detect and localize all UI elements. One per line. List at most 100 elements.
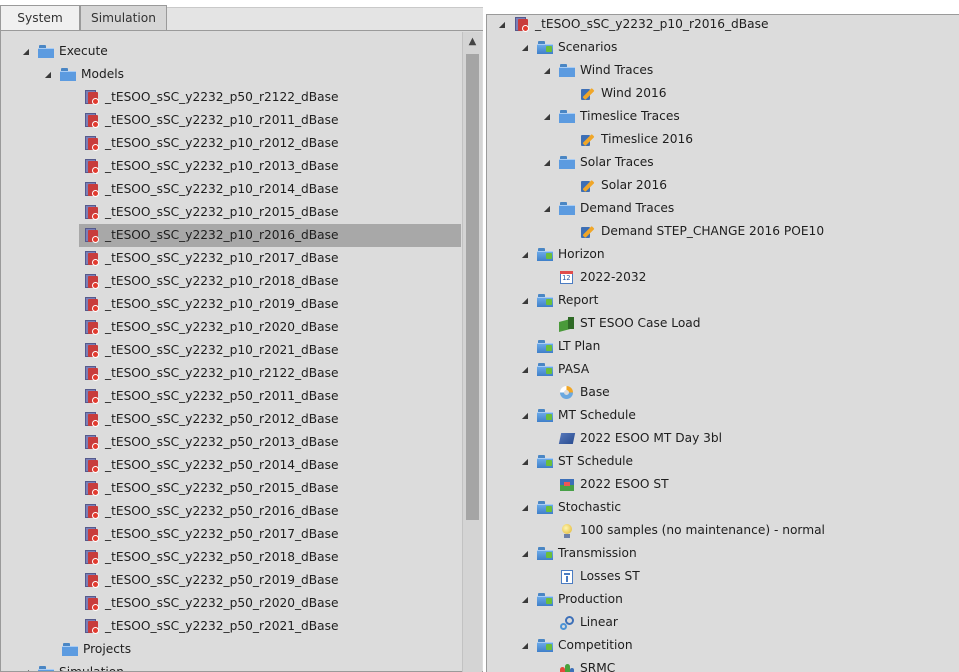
model-list-item[interactable]: _tESOO_sSC_y2232_p50_r2014_dBase [1, 454, 463, 477]
database-icon [84, 389, 100, 404]
expand-arrow-icon[interactable]: ◢ [542, 151, 552, 174]
tree-item-label: 100 samples (no maintenance) - normal [580, 523, 825, 537]
tree-node-stochastic[interactable]: ◢ Stochastic [487, 496, 959, 519]
expand-arrow-icon[interactable]: ◢ [497, 15, 507, 36]
model-list-item[interactable]: _tESOO_sSC_y2232_p10_r2013_dBase [1, 155, 463, 178]
model-root-node[interactable]: ◢ _tESOO_sSC_y2232_p10_r2016_dBase [487, 15, 959, 36]
model-list-item[interactable]: _tESOO_sSC_y2232_p10_r2014_dBase [1, 178, 463, 201]
expand-arrow-icon[interactable]: ◢ [520, 36, 530, 59]
tree-node-srmc[interactable]: SRMC [487, 657, 959, 672]
tree-item-label: Base [580, 385, 610, 399]
model-list-item[interactable]: _tESOO_sSC_y2232_p10_r2012_dBase [1, 132, 463, 155]
tree-node-2022-2032[interactable]: 12 2022-2032 [487, 266, 959, 289]
tree-item-label: _tESOO_sSC_y2232_p50_r2019_dBase [105, 573, 339, 587]
production-icon [559, 615, 575, 630]
model-list-item[interactable]: _tESOO_sSC_y2232_p10_r2015_dBase [1, 201, 463, 224]
model-list-item[interactable]: _tESOO_sSC_y2232_p50_r2019_dBase [1, 569, 463, 592]
expand-arrow-icon[interactable]: ◢ [520, 404, 530, 427]
tree-item-label: Wind 2016 [601, 86, 667, 100]
model-list-item[interactable]: _tESOO_sSC_y2232_p10_r2019_dBase [1, 293, 463, 316]
tree-node-pasa[interactable]: ◢ PASA [487, 358, 959, 381]
expand-arrow-icon[interactable]: ◢ [520, 588, 530, 611]
tree-node-competition[interactable]: ◢ Competition [487, 634, 959, 657]
tree-node-base[interactable]: Base [487, 381, 959, 404]
tree-node-report[interactable]: ◢ Report [487, 289, 959, 312]
tree-node-wind-2016[interactable]: Wind 2016 [487, 82, 959, 105]
expand-arrow-icon[interactable]: ◢ [21, 661, 31, 671]
model-list-item[interactable]: _tESOO_sSC_y2232_p10_r2018_dBase [1, 270, 463, 293]
expand-arrow-icon[interactable]: ◢ [542, 197, 552, 220]
scroll-up-arrow-icon[interactable]: ▲ [463, 32, 482, 52]
tree-node-st-schedule[interactable]: ◢ ST Schedule [487, 450, 959, 473]
expand-arrow-icon[interactable]: ◢ [43, 63, 53, 86]
tree-node-projects[interactable]: Projects [1, 638, 463, 661]
tree-item-label: Projects [83, 642, 132, 656]
tree-node-timeslice-2016[interactable]: Timeslice 2016 [487, 128, 959, 151]
tree-node-demand-step-change-2016-poe10[interactable]: Demand STEP_CHANGE 2016 POE10 [487, 220, 959, 243]
expand-arrow-icon[interactable]: ◢ [520, 243, 530, 266]
expand-arrow-icon[interactable]: ◢ [520, 358, 530, 381]
tree-node-models[interactable]: ◢ Models [1, 63, 463, 86]
tree-node-demand-traces[interactable]: ◢ Demand Traces [487, 197, 959, 220]
expand-arrow-icon[interactable]: ◢ [21, 40, 31, 63]
tree-node-lt-plan[interactable]: LT Plan [487, 335, 959, 358]
tree-node-simulation[interactable]: ◢ Simulation [1, 661, 463, 672]
tree-node-100-samples-no-maintenance-normal[interactable]: 100 samples (no maintenance) - normal [487, 519, 959, 542]
model-list-item[interactable]: _tESOO_sSC_y2232_p50_r2013_dBase [1, 431, 463, 454]
tree-node-horizon[interactable]: ◢ Horizon [487, 243, 959, 266]
model-list-item[interactable]: _tESOO_sSC_y2232_p10_r2016_dBase [79, 224, 461, 247]
model-list-item[interactable]: _tESOO_sSC_y2232_p50_r2015_dBase [1, 477, 463, 500]
expand-arrow-icon[interactable]: ◢ [542, 59, 552, 82]
tree-node-transmission[interactable]: ◢ Transmission [487, 542, 959, 565]
folder-gem-icon [537, 408, 553, 423]
expand-arrow-icon[interactable]: ◢ [520, 289, 530, 312]
tree-node-st-esoo-case-load[interactable]: ST ESOO Case Load [487, 312, 959, 335]
model-list-item[interactable]: _tESOO_sSC_y2232_p10_r2021_dBase [1, 339, 463, 362]
model-list-item[interactable]: _tESOO_sSC_y2232_p50_r2021_dBase [1, 615, 463, 638]
stochastic-icon [559, 523, 575, 538]
tree-node-linear[interactable]: Linear [487, 611, 959, 634]
model-list-item[interactable]: _tESOO_sSC_y2232_p50_r2018_dBase [1, 546, 463, 569]
model-list-item[interactable]: _tESOO_sSC_y2232_p50_r2012_dBase [1, 408, 463, 431]
tree-item-label: Simulation [59, 665, 124, 672]
vertical-scrollbar[interactable]: ▲ [462, 32, 482, 672]
model-list-item[interactable]: _tESOO_sSC_y2232_p50_r2017_dBase [1, 523, 463, 546]
tab-system[interactable]: System [0, 5, 80, 30]
scroll-thumb[interactable] [466, 54, 479, 520]
expand-arrow-icon[interactable]: ◢ [520, 450, 530, 473]
tree-node-2022-esoo-st[interactable]: 2022 ESOO ST [487, 473, 959, 496]
model-list-item[interactable]: _tESOO_sSC_y2232_p50_r2016_dBase [1, 500, 463, 523]
folder-gem-icon [537, 339, 553, 354]
model-list-item[interactable]: _tESOO_sSC_y2232_p10_r2017_dBase [1, 247, 463, 270]
model-list-item[interactable]: _tESOO_sSC_y2232_p50_r2020_dBase [1, 592, 463, 615]
tree-item-label: MT Schedule [558, 408, 636, 422]
expand-arrow-icon[interactable]: ◢ [520, 496, 530, 519]
tree-node-production[interactable]: ◢ Production [487, 588, 959, 611]
expand-arrow-icon[interactable]: ◢ [520, 542, 530, 565]
database-icon [84, 136, 100, 151]
model-list-item[interactable]: _tESOO_sSC_y2232_p50_r2122_dBase [1, 86, 463, 109]
tree-node-execute[interactable]: ◢ Execute [1, 40, 463, 63]
tree-node-wind-traces[interactable]: ◢ Wind Traces [487, 59, 959, 82]
expand-arrow-icon[interactable]: ◢ [520, 634, 530, 657]
tab-simulation[interactable]: Simulation [80, 5, 167, 30]
tree-node-losses-st[interactable]: Losses ST [487, 565, 959, 588]
expand-arrow-icon[interactable]: ◢ [542, 105, 552, 128]
tree-node-solar-traces[interactable]: ◢ Solar Traces [487, 151, 959, 174]
database-icon [84, 228, 100, 243]
tree-node-2022-esoo-mt-day-3bl[interactable]: 2022 ESOO MT Day 3bl [487, 427, 959, 450]
model-list-item[interactable]: _tESOO_sSC_y2232_p10_r2011_dBase [1, 109, 463, 132]
tree-item-label: Execute [59, 44, 108, 58]
folder-gem-icon [537, 293, 553, 308]
tree-node-timeslice-traces[interactable]: ◢ Timeslice Traces [487, 105, 959, 128]
model-list-item[interactable]: _tESOO_sSC_y2232_p50_r2011_dBase [1, 385, 463, 408]
trace-icon [580, 178, 596, 193]
tree-item-label: Scenarios [558, 40, 618, 54]
model-list-item[interactable]: _tESOO_sSC_y2232_p10_r2020_dBase [1, 316, 463, 339]
tree-node-solar-2016[interactable]: Solar 2016 [487, 174, 959, 197]
tree-item-label: _tESOO_sSC_y2232_p10_r2122_dBase [105, 366, 339, 380]
database-icon [84, 458, 100, 473]
tree-node-mt-schedule[interactable]: ◢ MT Schedule [487, 404, 959, 427]
tree-node-scenarios[interactable]: ◢ Scenarios [487, 36, 959, 59]
model-list-item[interactable]: _tESOO_sSC_y2232_p10_r2122_dBase [1, 362, 463, 385]
